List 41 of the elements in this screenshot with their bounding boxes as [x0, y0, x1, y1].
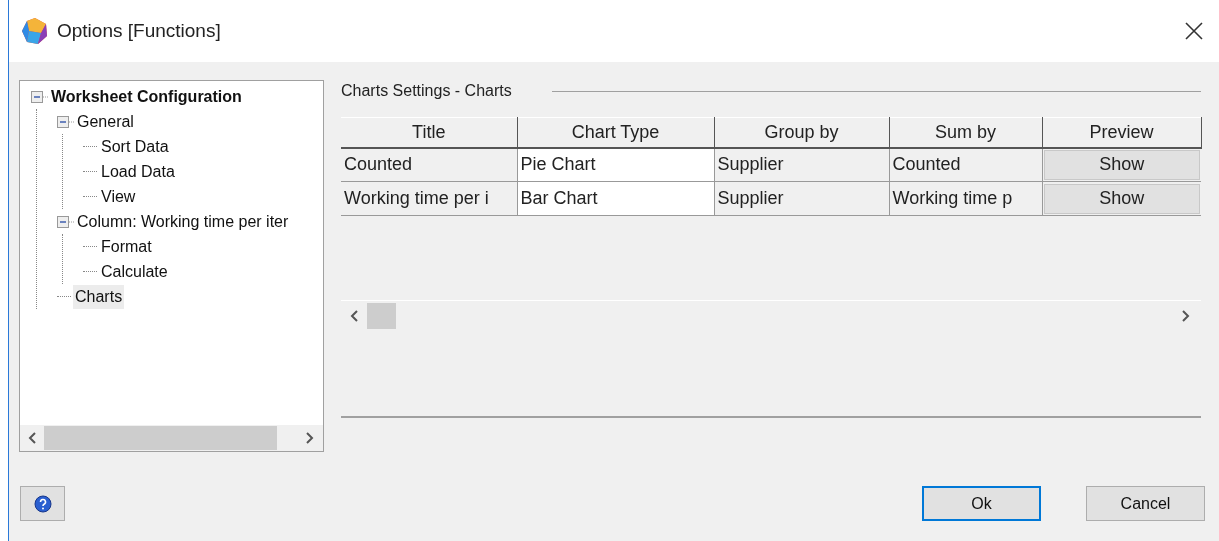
column-header[interactable]: Preview [1042, 117, 1201, 148]
collapse-icon[interactable] [31, 90, 49, 103]
column-header[interactable]: Group by [714, 117, 889, 148]
tree-item[interactable]: Calculate [99, 259, 170, 284]
scroll-right-icon[interactable] [305, 431, 315, 445]
tree-item[interactable]: General [75, 109, 136, 134]
table-cell: Bar Chart [517, 181, 714, 216]
table-cell: Counted [341, 147, 517, 182]
column-header[interactable]: Sum by [889, 117, 1042, 148]
column-header[interactable]: Title [341, 117, 517, 148]
scrollbar-thumb[interactable] [44, 426, 277, 450]
tree-item[interactable]: Format [99, 234, 154, 259]
close-icon[interactable] [1185, 22, 1203, 40]
scrollbar-thumb[interactable] [367, 302, 396, 329]
app-logo-icon [21, 17, 49, 45]
tree-item[interactable]: View [99, 184, 138, 209]
table-cell: Supplier [714, 181, 889, 216]
show-button[interactable]: Show [1043, 149, 1200, 180]
help-button[interactable] [20, 486, 65, 521]
table-cell: Working time per i [341, 181, 517, 216]
table-cell: Working time p [889, 181, 1042, 216]
tree-item[interactable]: Worksheet Configuration [49, 84, 244, 109]
scroll-left-icon[interactable] [349, 308, 359, 323]
tree-item[interactable]: Load Data [99, 159, 177, 184]
table-cell: Counted [889, 147, 1042, 182]
tree-item[interactable]: Column: Working time per iter [75, 209, 291, 234]
collapse-icon[interactable] [57, 215, 75, 228]
window-title: Options [Functions] [57, 18, 221, 43]
dialog-button[interactable]: Ok [922, 486, 1041, 521]
collapse-icon[interactable] [57, 115, 75, 128]
table-cell: Pie Chart [517, 147, 714, 182]
table-cell: Supplier [714, 147, 889, 182]
help-icon [33, 494, 52, 513]
dialog-button[interactable]: Cancel [1086, 486, 1205, 521]
show-button[interactable]: Show [1043, 183, 1200, 214]
tree-item[interactable]: Sort Data [99, 134, 171, 159]
scroll-right-icon[interactable] [1181, 308, 1191, 323]
tree-item[interactable]: Charts [73, 284, 125, 309]
column-header[interactable]: Chart Type [517, 117, 714, 148]
section-title: Charts Settings - Charts [341, 81, 512, 101]
scroll-left-icon[interactable] [27, 431, 37, 445]
